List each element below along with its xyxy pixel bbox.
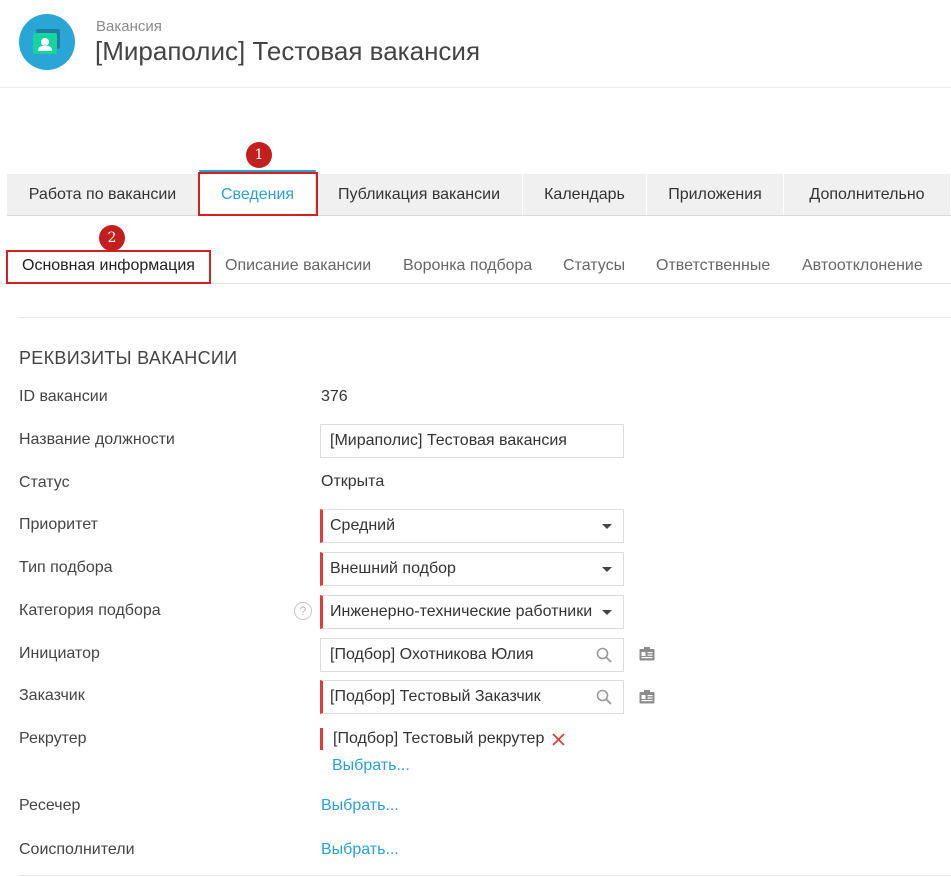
chevron-down-icon <box>602 610 612 615</box>
tab-publication[interactable]: Публикация вакансии <box>316 174 523 215</box>
annotation-badge-1: 1 <box>246 142 272 168</box>
label-selection-category: Категория подбора <box>19 602 161 619</box>
subtab-statuses[interactable]: Статусы <box>563 257 625 275</box>
label-position-name: Название должности <box>19 431 175 448</box>
coexecutors-select-link[interactable]: Выбрать... <box>321 841 399 859</box>
selection-type-select[interactable]: Внешний подбор <box>320 552 624 586</box>
chevron-down-icon <box>602 524 612 529</box>
recruiter-value: [Подбор] Тестовый рекрутер <box>333 730 545 747</box>
tab-details[interactable]: Сведения <box>199 170 316 216</box>
label-status: Статус <box>19 474 70 491</box>
subtab-funnel[interactable]: Воронка подбора <box>403 257 532 275</box>
selection-type-value: Внешний подбор <box>330 560 456 577</box>
divider <box>19 317 951 318</box>
customer-lookup[interactable]: [Подбор] Тестовый Заказчик <box>320 680 624 714</box>
tab-vacancy-work[interactable]: Работа по вакансии <box>7 174 199 215</box>
sub-tabs: Основная информация Описание вакансии Во… <box>0 250 951 284</box>
label-coexecutors: Соисполнители <box>19 841 135 858</box>
subtab-description[interactable]: Описание вакансии <box>225 257 371 275</box>
annotation-badge-2: 2 <box>99 225 125 251</box>
help-icon[interactable]: ? <box>294 602 312 620</box>
person-head-shape <box>41 38 49 46</box>
priority-select-value: Средний <box>330 517 396 534</box>
priority-select[interactable]: Средний <box>320 509 624 543</box>
initiator-value: [Подбор] Охотникова Юлия <box>330 646 534 663</box>
researcher-select-link[interactable]: Выбрать... <box>321 797 399 815</box>
page-overline: Вакансия <box>96 18 162 35</box>
label-priority: Приоритет <box>19 516 98 533</box>
page-title: [Мираполис] Тестовая вакансия <box>95 36 481 66</box>
subtab-responsible[interactable]: Ответственные <box>656 257 770 275</box>
tab-calendar[interactable]: Календарь <box>523 174 647 215</box>
label-recruiter: Рекрутер <box>19 730 87 747</box>
position-name-input[interactable]: [Мираполис] Тестовая вакансия <box>320 424 624 458</box>
recruiter-chip: [Подбор] Тестовый рекрутер <box>320 728 544 750</box>
subtab-main-info[interactable]: Основная информация <box>22 257 195 275</box>
label-selection-type: Тип подбора <box>19 559 113 576</box>
tab-attachments[interactable]: Приложения <box>647 174 784 215</box>
recruiter-select-link[interactable]: Выбрать... <box>332 757 410 775</box>
contact-card-icon[interactable] <box>639 690 655 704</box>
value-vacancy-id: 376 <box>321 388 348 405</box>
selection-category-value: Инженерно-технические работники <box>330 603 593 620</box>
search-icon[interactable] <box>596 689 612 705</box>
person-body-shape <box>38 46 52 51</box>
close-icon[interactable] <box>552 733 565 746</box>
chevron-down-icon <box>602 567 612 572</box>
contact-card-icon[interactable] <box>639 647 655 661</box>
subtab-autoreject[interactable]: Автоотклонение <box>802 257 923 275</box>
main-tabs: Работа по вакансии Сведения Публикация в… <box>7 170 951 216</box>
value-status: Открыта <box>321 473 385 490</box>
divider <box>19 875 951 876</box>
tab-additional[interactable]: Дополнительно <box>784 174 951 215</box>
label-vacancy-id: ID вакансии <box>19 388 108 405</box>
selection-category-select[interactable]: Инженерно-технические работники <box>320 595 624 629</box>
label-initiator: Инициатор <box>19 645 100 662</box>
customer-value: [Подбор] Тестовый Заказчик <box>330 688 541 705</box>
label-researcher: Ресечер <box>19 797 81 814</box>
search-icon[interactable] <box>596 647 612 663</box>
initiator-lookup[interactable]: [Подбор] Охотникова Юлия <box>320 638 624 672</box>
page-header: Вакансия [Мираполис] Тестовая вакансия <box>0 0 951 88</box>
label-customer: Заказчик <box>19 687 85 704</box>
position-name-value: [Мираполис] Тестовая вакансия <box>330 432 567 449</box>
section-title: РЕКВИЗИТЫ ВАКАНСИИ <box>19 348 238 368</box>
vacancy-card-icon <box>19 14 75 70</box>
